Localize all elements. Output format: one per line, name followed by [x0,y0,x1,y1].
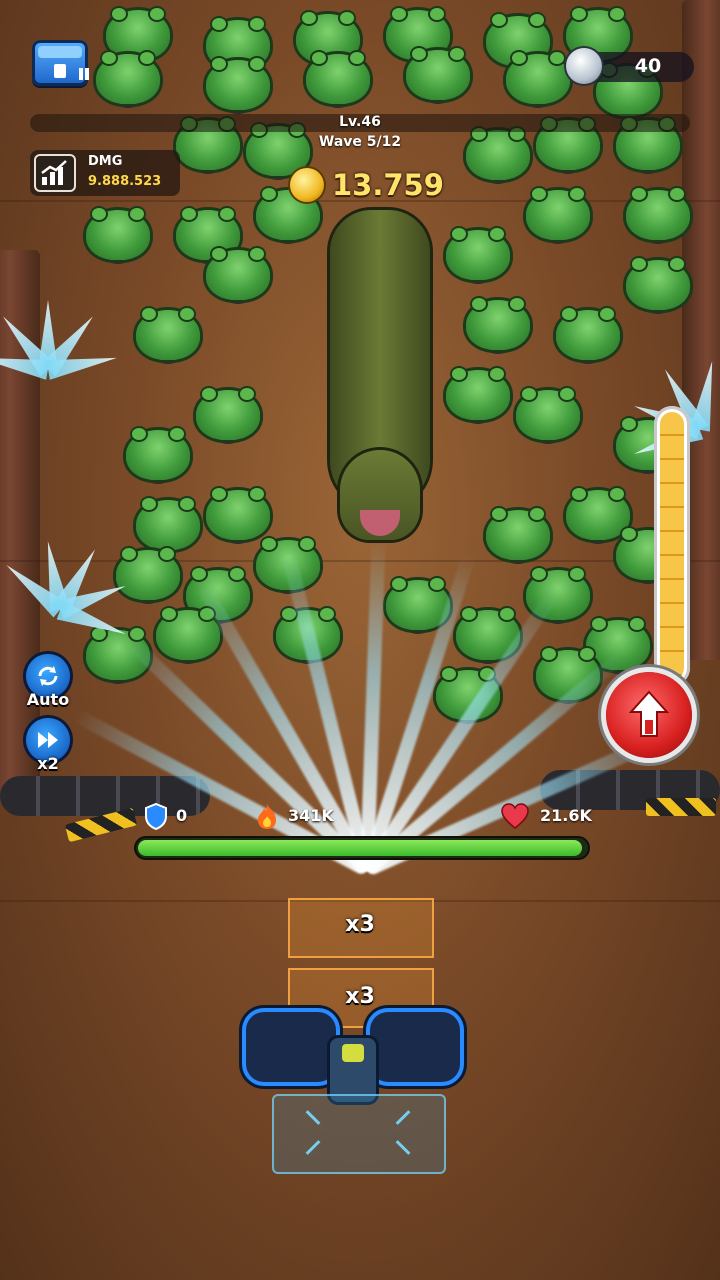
frog-enemy [510,380,586,444]
level-label: Lv.46 [339,114,381,130]
frog-enemy [500,44,576,108]
wave-label: Wave 5/12 [318,134,402,150]
pipe-left [0,250,40,790]
frog-enemy [400,40,476,104]
frog-enemy [460,290,536,354]
frog-enemy [620,250,696,314]
frog-enemy [110,540,186,604]
shield-value: 0 [176,806,188,825]
base-health-fill [138,840,582,856]
rocket-icon [628,690,670,737]
power-meter-fill [660,412,684,680]
multiplier-bottom: x3 [345,984,375,1009]
frog-enemy [520,180,596,244]
heart-icon [501,803,529,829]
fire-value: 341K [288,806,334,825]
gem-count: 40 [634,55,662,77]
frog-enemy [200,240,276,304]
frog-enemy [620,180,696,244]
multiplier-top: x3 [345,912,375,937]
turret-pod-left [246,1012,336,1082]
chart-icon [34,154,76,192]
shield-icon [145,802,167,830]
turret-pod-right [370,1012,460,1082]
frog-enemy [90,44,166,108]
auto-cycle-icon [38,666,58,686]
coin-icon [290,168,324,202]
barrier-right [646,798,716,816]
frog-enemy [480,500,556,564]
turret-core [330,1038,376,1102]
base-health-bar [136,838,588,858]
frog-enemy [120,420,196,484]
frog-enemy [80,200,156,264]
fire-icon [258,804,276,829]
frog-enemy [200,50,276,114]
frog-enemy [300,44,376,108]
gem-icon [566,48,602,84]
turret-placement-zone[interactable] [272,1094,446,1174]
pause-icon[interactable] [76,66,92,82]
chest-icon [38,46,82,58]
speed-label: x2 [37,754,59,773]
frog-enemy [550,300,626,364]
auto-label: Auto [26,690,70,709]
chest-lock [54,64,66,78]
damage-value: 9.888.523 [88,174,162,189]
rocket-button[interactable] [606,672,692,758]
crocodile-boss [290,190,470,550]
damage-label: DMG [88,154,123,169]
coin-amount: 13.759 [332,168,444,202]
hp-value: 21.6K [540,806,592,825]
frog-enemy [130,300,206,364]
fast-forward-icon [38,732,58,748]
frog-enemy [190,380,266,444]
